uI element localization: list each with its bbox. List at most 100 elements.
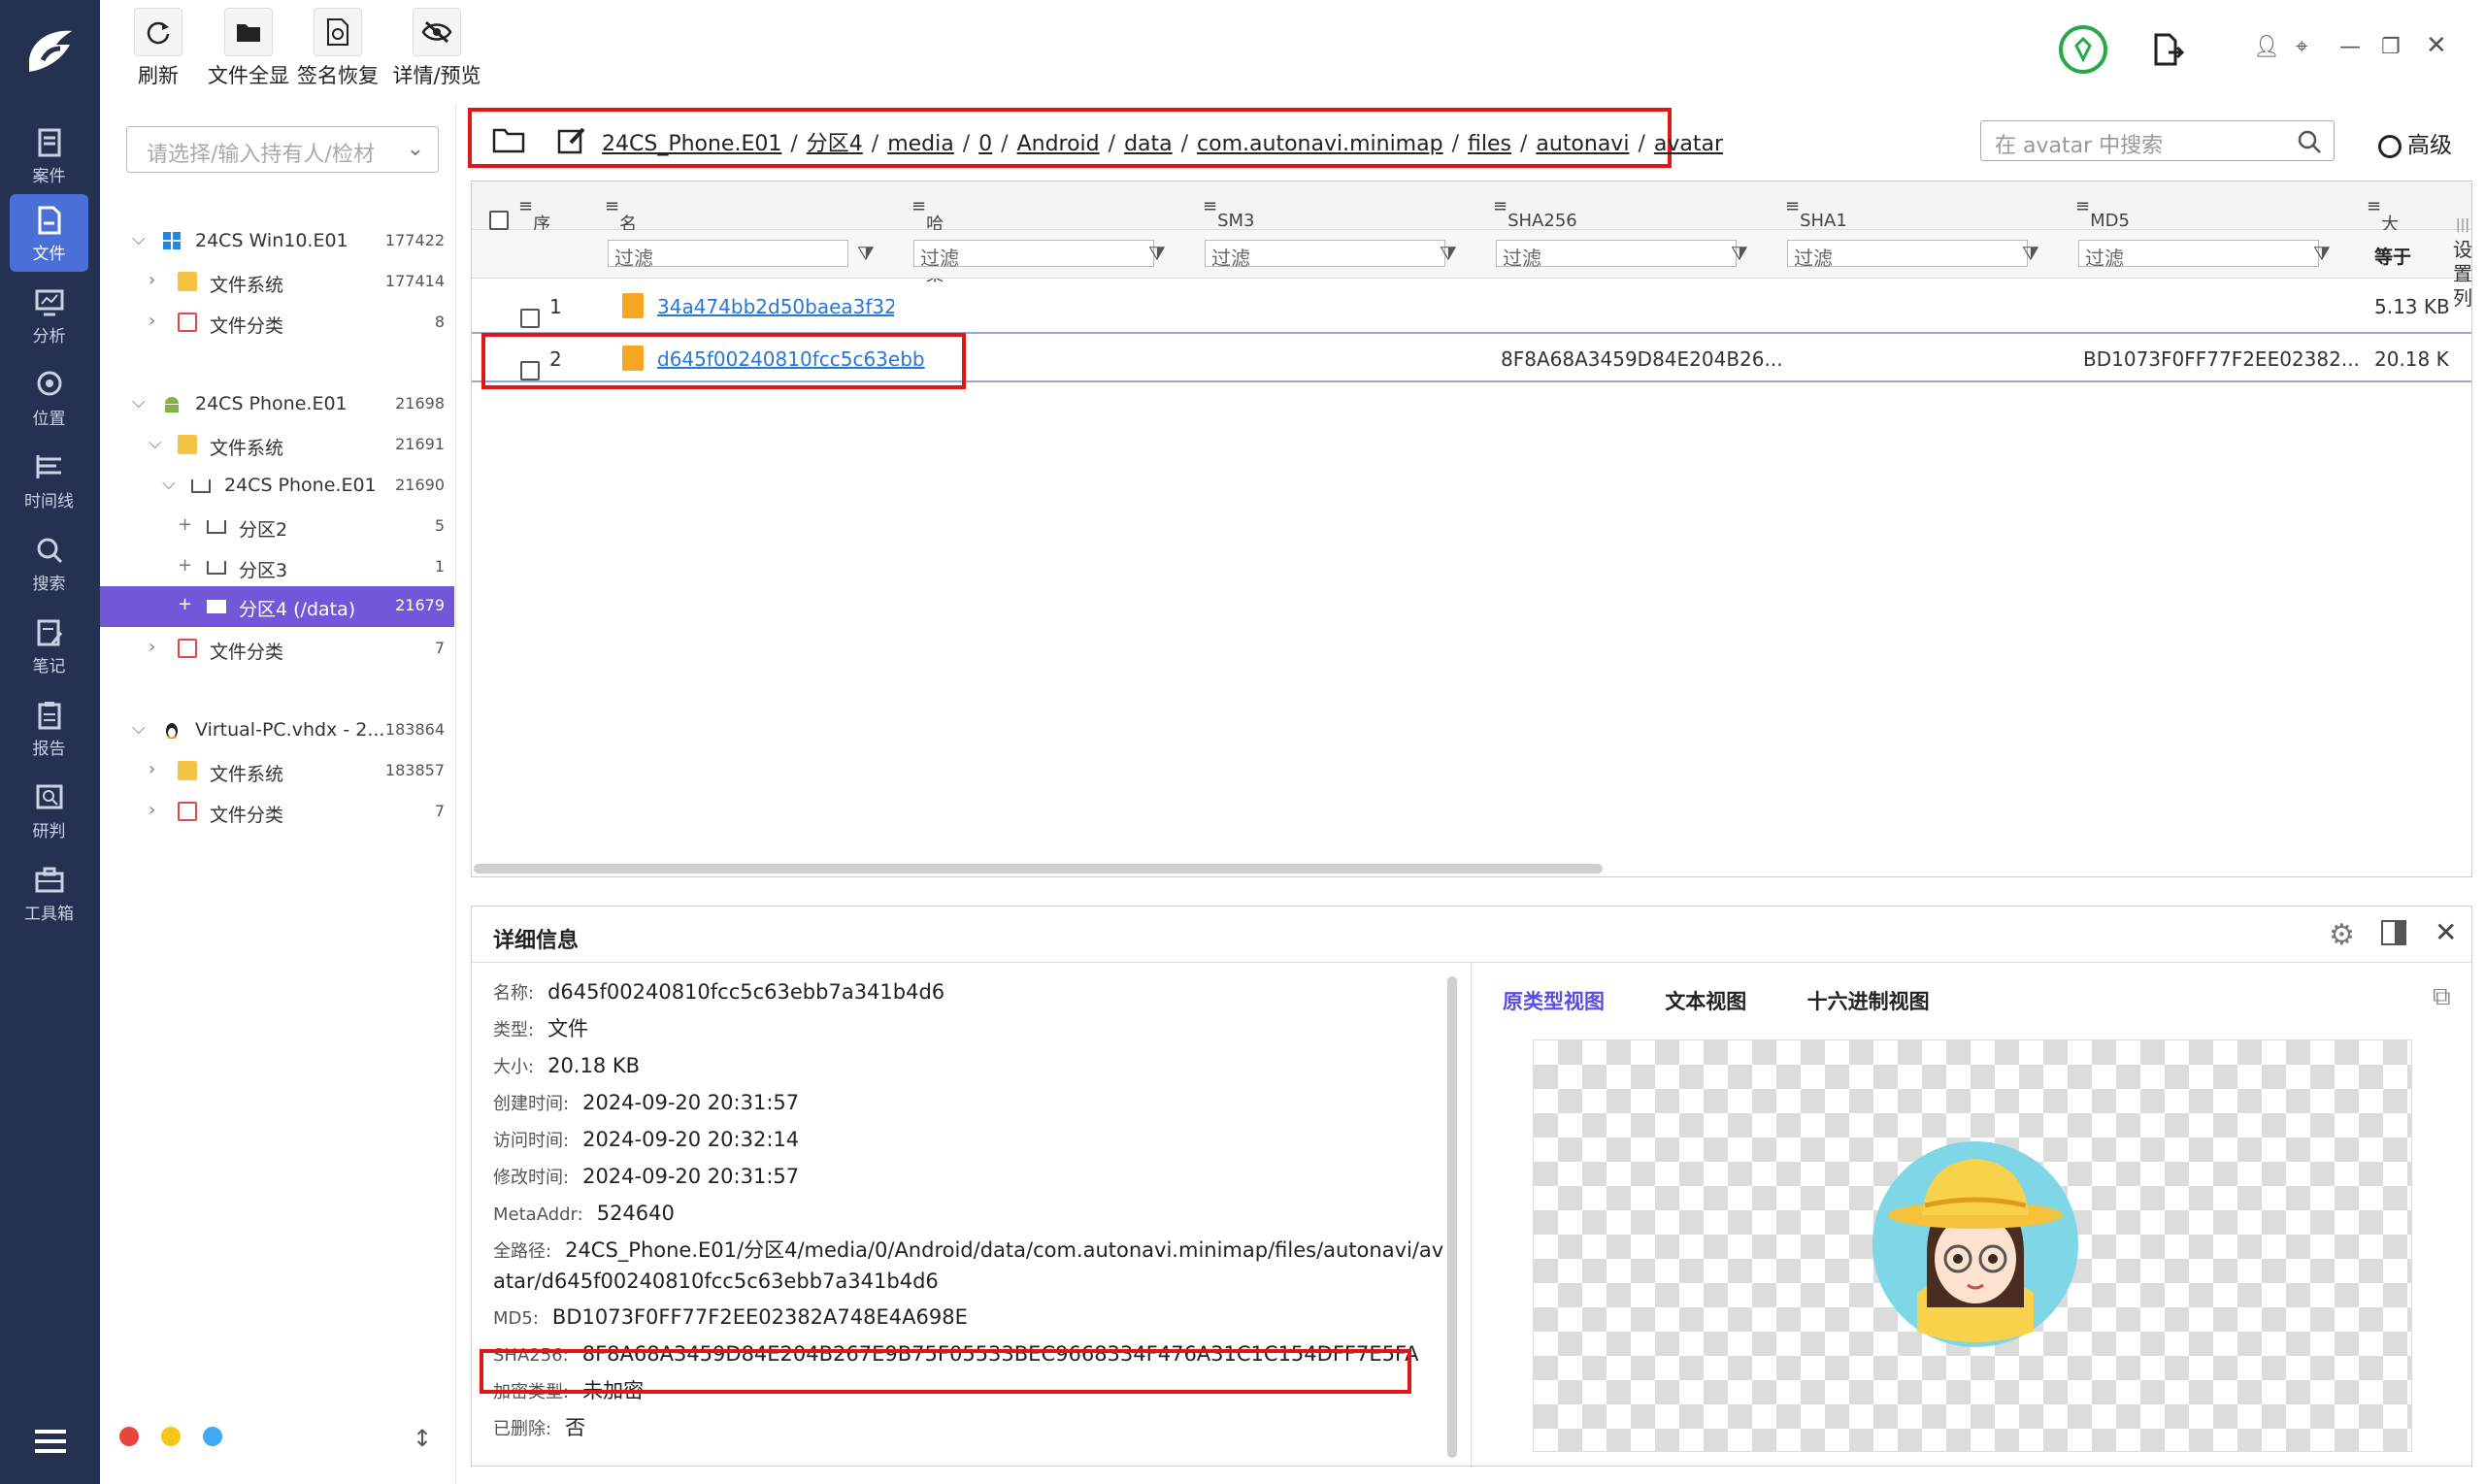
filter-icon[interactable]: ⧩: [2313, 242, 2331, 265]
show-all-files-button[interactable]: 文件全显: [205, 8, 292, 89]
nav-timeline[interactable]: 时间线: [10, 442, 88, 519]
search-icon[interactable]: [2297, 129, 2322, 154]
chevron-down-icon[interactable]: ⌵: [132, 392, 146, 412]
table-row[interactable]: 1 34a474bb2d50baea3f3289 5.13 KB: [472, 281, 2471, 332]
detail-preview-button[interactable]: 详情/预览: [383, 8, 490, 89]
size-filter-operator[interactable]: 等于: [2374, 243, 2411, 269]
nav-case[interactable]: 案件: [10, 116, 88, 194]
chevron-right-icon[interactable]: ›: [149, 270, 155, 290]
breadcrumb-segment[interactable]: 分区4: [807, 132, 863, 156]
tab-native-view[interactable]: 原类型视图: [1503, 990, 1605, 1013]
tree-node-phone-fs[interactable]: ⌵ 文件系统 21691: [100, 425, 454, 464]
breadcrumb-segment[interactable]: 24CS_Phone.E01: [602, 132, 781, 156]
folder-icon[interactable]: [492, 126, 525, 153]
tree-node-virtual-pc-fs[interactable]: › 文件系统 183857: [100, 751, 454, 790]
minimize-icon[interactable]: —: [2339, 35, 2361, 59]
tree-node-label: 分区4 (/data): [239, 599, 356, 620]
holder-select[interactable]: 请选择/输入持有人/检材 ⌄: [126, 126, 439, 173]
filter-input-md5[interactable]: 过滤: [2078, 240, 2319, 270]
expand-plus-icon[interactable]: +: [178, 555, 192, 576]
nav-analysis[interactable]: 分析: [10, 277, 88, 354]
tree-node-partition3[interactable]: + 分区3 1: [100, 547, 454, 586]
breadcrumb-segment[interactable]: 0: [978, 132, 992, 156]
tree-node-win10-fs[interactable]: › 文件系统 177414: [100, 262, 454, 301]
close-icon[interactable]: ✕: [2426, 31, 2447, 60]
file-name-link[interactable]: 34a474bb2d50baea3f3289: [657, 295, 894, 318]
nav-judge[interactable]: 研判: [10, 772, 88, 849]
menu-icon[interactable]: [35, 1430, 66, 1453]
breadcrumb-segment[interactable]: media: [887, 132, 954, 156]
signature-recover-button[interactable]: 签名恢复: [294, 8, 381, 89]
filter-icon[interactable]: ⧩: [2022, 242, 2039, 265]
panel-layout-icon[interactable]: [2381, 920, 2406, 945]
refresh-button[interactable]: 刷新: [129, 8, 187, 89]
chevron-down-icon[interactable]: ⌵: [149, 433, 162, 453]
chevron-down-icon[interactable]: ⌵: [162, 474, 176, 494]
chevron-right-icon[interactable]: ›: [149, 800, 155, 820]
filter-icon[interactable]: ⧩: [1440, 242, 1457, 265]
column-header[interactable]: ≡ SHA256: [1493, 196, 1577, 231]
breadcrumb-segment[interactable]: files: [1468, 132, 1511, 156]
search-input[interactable]: 在 avatar 中搜索: [1980, 120, 2335, 161]
nav-location[interactable]: 位置: [10, 359, 88, 437]
expand-plus-icon[interactable]: +: [178, 514, 192, 535]
tree-node-phone[interactable]: ⌵ 24CS Phone.E01 21698: [100, 384, 454, 423]
column-header[interactable]: ≡ 哈希集: [911, 196, 944, 285]
user-icon[interactable]: 👤︎: [2253, 35, 2280, 59]
open-external-icon[interactable]: ⧉: [2433, 982, 2451, 1012]
breadcrumb-segment[interactable]: avatar: [1654, 132, 1723, 156]
filter-input-sm3[interactable]: 过滤: [1205, 240, 1445, 270]
filter-icon[interactable]: ⧩: [1731, 242, 1748, 265]
restore-icon[interactable]: ❐: [2381, 35, 2401, 59]
collapse-all-icon[interactable]: ↕: [413, 1425, 432, 1452]
breadcrumb-segment[interactable]: Android: [1017, 132, 1100, 156]
filter-input-sha256[interactable]: 过滤: [1496, 240, 1737, 270]
tab-hex-view[interactable]: 十六进制视图: [1807, 990, 1930, 1013]
export-icon[interactable]: [2153, 33, 2184, 66]
nav-search[interactable]: 搜索: [10, 524, 88, 602]
breadcrumb-segment[interactable]: com.autonavi.minimap: [1197, 132, 1443, 156]
column-header[interactable]: ≡ SM3: [1203, 196, 1255, 231]
chevron-down-icon[interactable]: ⌵: [132, 229, 146, 249]
filter-input-sha1[interactable]: 过滤: [1787, 240, 2028, 270]
column-header[interactable]: ≡ 大小: [2367, 196, 2399, 260]
pin-icon[interactable]: ⌖: [2296, 35, 2307, 59]
nav-toolbox[interactable]: 工具箱: [10, 854, 88, 932]
settings-gear-icon[interactable]: ⚙: [2329, 918, 2355, 952]
tree-node-phone-category[interactable]: › 文件分类 7: [100, 629, 454, 668]
filter-input-name[interactable]: 过滤: [608, 240, 848, 270]
horizontal-scrollbar[interactable]: [474, 864, 1603, 874]
chevron-down-icon[interactable]: ⌵: [132, 718, 146, 739]
nav-notes[interactable]: 笔记: [10, 607, 88, 684]
nav-report[interactable]: 报告: [10, 689, 88, 767]
edit-path-icon[interactable]: [557, 126, 586, 155]
tree-node-partition4[interactable]: + 分区4 (/data) 21679: [100, 586, 454, 627]
column-header[interactable]: ≡ 序号: [518, 196, 550, 260]
breadcrumb-segment[interactable]: data: [1124, 132, 1173, 156]
shield-status-icon[interactable]: [2058, 24, 2108, 75]
tab-text-view[interactable]: 文本视图: [1665, 990, 1746, 1013]
chevron-right-icon[interactable]: ›: [149, 637, 155, 657]
filter-icon[interactable]: ⧩: [1148, 242, 1166, 265]
tree-node-partition2[interactable]: + 分区2 5: [100, 507, 454, 545]
breadcrumb-segment[interactable]: autonavi: [1536, 132, 1629, 156]
filter-icon[interactable]: ⧩: [857, 242, 875, 265]
tree-node-virtual-pc[interactable]: ⌵ Virtual-PC.vhdx - 2... 183864: [100, 710, 454, 749]
avatar-image: [1872, 1141, 2078, 1347]
signature-recover-label: 签名恢复: [297, 64, 379, 87]
chevron-right-icon[interactable]: ›: [149, 311, 155, 331]
filter-input-hashset[interactable]: 过滤: [913, 240, 1154, 270]
vertical-scrollbar[interactable]: [1447, 976, 1457, 1458]
expand-plus-icon[interactable]: +: [178, 594, 192, 614]
advanced-search-button[interactable]: 高级: [2378, 126, 2452, 159]
tree-node-win10[interactable]: ⌵ 24CS Win10.E01 177422: [100, 221, 454, 260]
column-header[interactable]: ≡ MD5: [2075, 196, 2130, 231]
column-header[interactable]: ≡ 名称: [605, 196, 637, 260]
tree-node-virtual-pc-category[interactable]: › 文件分类 7: [100, 792, 454, 831]
tree-node-win10-category[interactable]: › 文件分类 8: [100, 303, 454, 342]
column-header[interactable]: ≡ SHA1: [1785, 196, 1847, 231]
close-icon[interactable]: ✕: [2435, 916, 2457, 948]
tree-node-phone-image[interactable]: ⌵ 24CS Phone.E01 21690: [100, 466, 454, 505]
chevron-right-icon[interactable]: ›: [149, 759, 155, 779]
nav-file[interactable]: 文件: [10, 194, 88, 272]
